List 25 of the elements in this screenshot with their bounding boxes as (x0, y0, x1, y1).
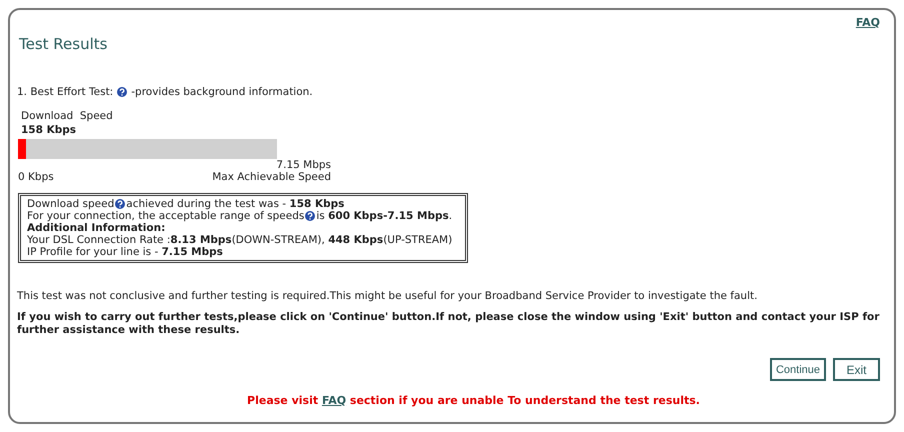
info-text: For your connection, the acceptable range of speeds (27, 210, 304, 222)
info-text: achieved during the test was - 158 Kbps (126, 198, 344, 210)
max-speed-caption: Max Achievable Speed (212, 171, 331, 183)
test-description: -provides background information. (131, 86, 313, 98)
info-text: Additional Information: (27, 222, 166, 234)
conclusion-text: This test was not conclusive and further testing is required.This might be useful for your Broadband Service Provider to investigate the fault. (17, 290, 758, 302)
help-icon[interactable] (305, 211, 316, 221)
info-text: Download speed (27, 198, 114, 210)
help-icon[interactable] (117, 87, 128, 97)
continue-button[interactable]: Continue (770, 358, 826, 381)
faq-link[interactable]: FAQ (856, 16, 880, 29)
speed-value: 158 Kbps (21, 124, 77, 136)
help-icon[interactable] (115, 199, 126, 209)
meter-label: Download Speed (21, 110, 114, 122)
exit-button[interactable]: Exit (833, 358, 880, 381)
info-text: Your DSL Connection Rate :8.13 Mbps(DOWN-STREAM), 448 Kbps(UP-STREAM) (27, 234, 452, 246)
faq-link[interactable]: FAQ (322, 394, 346, 407)
min-speed-label: 0 Kbps (18, 171, 54, 183)
page-title: Test Results (19, 35, 108, 53)
info-text: is 600 Kbps-7.15 Mbps. (316, 210, 452, 222)
max-speed-label: 7.15 Mbps (275, 159, 331, 171)
info-text: IP Profile for your line is - 7.15 Mbps (27, 246, 223, 258)
test-label: 1. Best Effort Test: (17, 86, 114, 98)
help-message: Please visit FAQ section if you are unable To understand the test results. (246, 394, 701, 407)
instruction-text: If you wish to carry out further tests,please click on 'Continue' button.If not, please close the window using 'Exit' button and contact your ISP for further assistance with these results. (17, 311, 880, 337)
